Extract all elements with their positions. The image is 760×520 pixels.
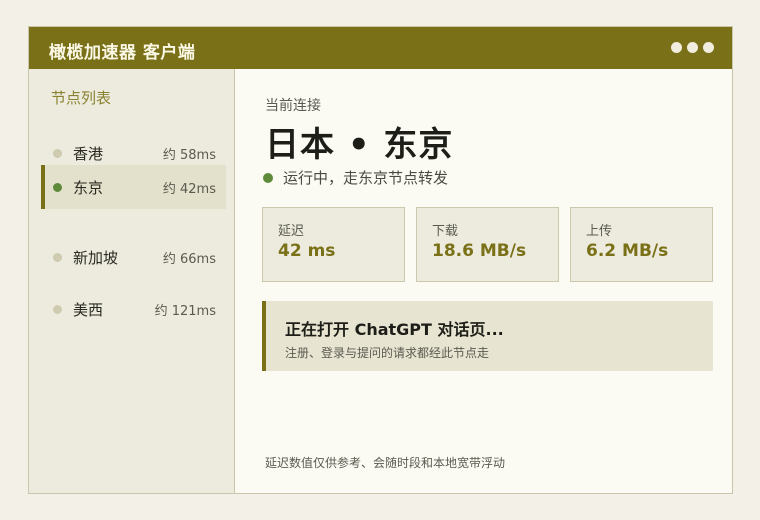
menu-dot-icon (703, 42, 714, 53)
sidebar-heading: 节点列表 (51, 89, 112, 107)
latency-footnote: 延迟数值仅供参考、会随时段和本地宽带浮动 (265, 456, 506, 470)
node-status-dot-icon (53, 253, 62, 262)
app-title: 橄榄加速器 客户端 (49, 43, 196, 63)
stat-value: 6.2 MB/s (586, 241, 669, 261)
title-bar: 橄榄加速器 客户端 (29, 27, 732, 69)
banner-subtitle: 注册、登录与提问的请求都经此节点走 (285, 346, 490, 360)
node-latency: 约 58ms (162, 148, 216, 163)
stat-label: 延迟 (278, 224, 305, 239)
current-connection-label: 当前连接 (265, 98, 321, 114)
node-name: 东京 (73, 179, 104, 197)
node-name: 美西 (73, 301, 104, 319)
banner-title: 正在打开 ChatGPT 对话页... (285, 320, 504, 339)
status-dot-icon (263, 172, 273, 183)
menu-dot-icon (671, 42, 682, 53)
node-item-tokyo[interactable]: 东京 约 42ms (41, 165, 226, 209)
node-status-dot-icon (53, 305, 62, 314)
connection-status: 运行中，走东京节点转发 (263, 167, 448, 188)
stat-card-download: 下载 18.6 MB/s (416, 207, 559, 282)
node-name: 新加坡 (73, 249, 119, 267)
node-item-singapore[interactable]: 新加坡 约 66ms (41, 235, 226, 279)
menu-dot-icon (687, 42, 698, 53)
node-latency: 约 42ms (162, 182, 216, 197)
node-item-uswest[interactable]: 美西 约 121ms (41, 287, 226, 331)
window-menu-button[interactable] (671, 42, 714, 53)
connection-panel: 当前连接 日本 • 东京 运行中，走东京节点转发 延迟 42 ms 下载 18.… (235, 69, 732, 493)
status-text: 运行中，走东京节点转发 (283, 169, 449, 187)
activity-banner: 正在打开 ChatGPT 对话页... 注册、登录与提问的请求都经此节点走 (262, 301, 713, 371)
stat-label: 下载 (432, 224, 459, 239)
stat-card-latency: 延迟 42 ms (262, 207, 405, 282)
node-sidebar: 节点列表 香港 约 58ms 东京 约 42ms 新加坡 约 66ms 美西 约… (29, 69, 235, 493)
current-node-name: 日本 • 东京 (265, 125, 454, 165)
stat-value: 18.6 MB/s (432, 241, 527, 261)
node-status-dot-icon (53, 149, 62, 158)
stat-label: 上传 (586, 224, 613, 239)
stat-value: 42 ms (278, 241, 336, 261)
node-status-dot-icon (53, 183, 62, 192)
node-latency: 约 66ms (162, 252, 216, 267)
node-latency: 约 121ms (154, 304, 216, 319)
stat-card-upload: 上传 6.2 MB/s (570, 207, 713, 282)
node-name: 香港 (73, 145, 104, 163)
app-window: 橄榄加速器 客户端 节点列表 香港 约 58ms 东京 约 42ms 新加坡 约… (28, 26, 733, 494)
